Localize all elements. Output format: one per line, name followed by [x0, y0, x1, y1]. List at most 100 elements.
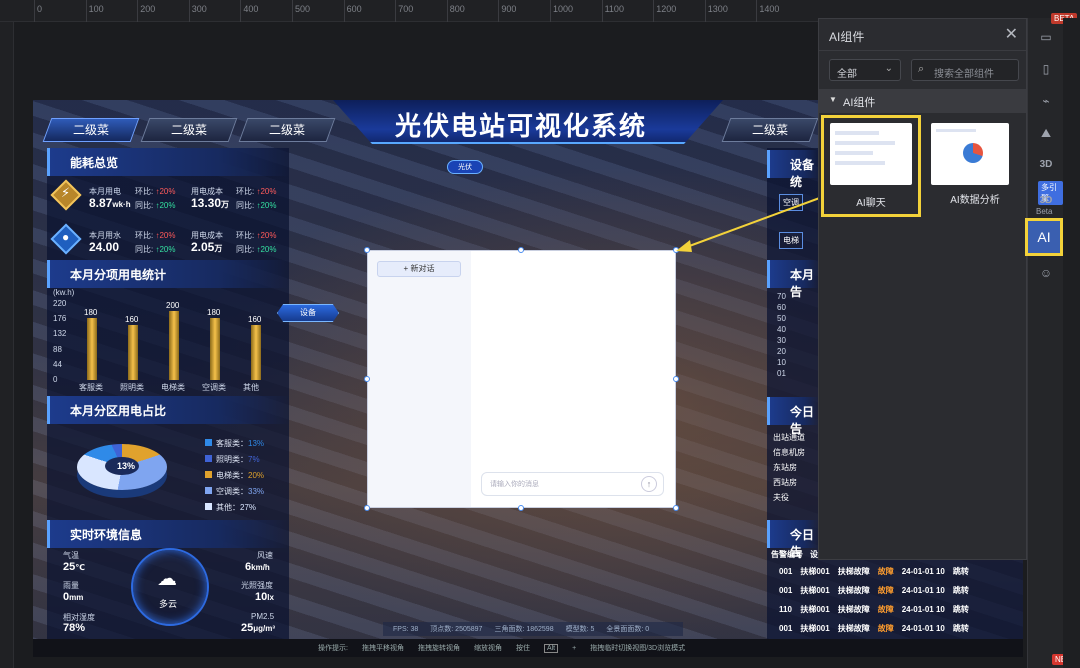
- table-cell[interactable]: 跳转: [949, 600, 973, 619]
- mobile-icon[interactable]: ▯: [1035, 58, 1057, 80]
- right-strip: [1063, 18, 1080, 668]
- group-header[interactable]: ▼ AI组件: [819, 89, 1026, 113]
- usage-y-tick: 176: [53, 314, 67, 324]
- scene-marker[interactable]: 光伏: [447, 160, 483, 174]
- map-icon[interactable]: ⛰: [1035, 122, 1057, 144]
- elec-ring: 环比: ↑20%: [135, 186, 175, 197]
- usage-bar: [87, 317, 97, 380]
- tab-menu-2[interactable]: 二级菜: [140, 118, 238, 142]
- pm-number: 25: [241, 622, 254, 634]
- usage-bar-value: 180: [207, 307, 221, 317]
- temp-label: 气温: [63, 551, 79, 560]
- alarm-y-tick: 30: [777, 336, 786, 345]
- table-row[interactable]: 001 扶梯001 扶梯故障 故障 24-01-01 10 跳转: [775, 581, 973, 600]
- category-select[interactable]: 全部 ⌄: [829, 59, 901, 81]
- table-cell: 扶梯故障: [837, 624, 870, 633]
- legend-swatch: [205, 487, 212, 494]
- monitor-icon[interactable]: ▭: [1035, 26, 1057, 48]
- user-icon[interactable]: ☺: [1035, 262, 1057, 284]
- beta-label: Beta: [1036, 207, 1053, 216]
- search-icon: ⌕: [918, 63, 925, 75]
- ruler-tick-label: 300: [191, 4, 207, 14]
- legend-label: 客服类：: [216, 439, 248, 448]
- alarm-table: 001 扶梯001 扶梯故障 故障 24-01-01 10 跳转 001 扶梯001 扶梯故障故…: [775, 562, 973, 638]
- hint-text: 拖拽平移视角: [361, 645, 404, 652]
- ring-label: 环比:: [236, 187, 255, 196]
- water-cost-number: 2.05: [191, 240, 215, 254]
- resize-handle-se[interactable]: [673, 505, 679, 511]
- ai-chat-thumbnail: [830, 123, 912, 185]
- water-ring: 环比: ↑20%: [135, 230, 175, 241]
- resize-handle-sw[interactable]: [364, 505, 370, 511]
- close-icon[interactable]: ✕: [1005, 24, 1018, 44]
- alarm-y-tick: 40: [777, 325, 786, 334]
- elec-yoy: 同比: ↑20%: [135, 200, 175, 211]
- yoy-label: 同比:: [236, 201, 255, 210]
- ai-icon-label: AI: [1037, 229, 1051, 245]
- resize-handle-w[interactable]: [364, 376, 370, 382]
- table-cell: 扶梯故障: [837, 567, 870, 576]
- hint-text: 操作提示:: [318, 645, 348, 652]
- device-button[interactable]: 设备: [277, 304, 339, 322]
- thumb-line: [835, 141, 895, 145]
- send-icon[interactable]: ↑: [641, 476, 657, 492]
- thumb-line: [936, 129, 976, 132]
- table-cell[interactable]: 跳转: [949, 619, 973, 638]
- line-chart-icon[interactable]: ⌁: [1035, 90, 1057, 112]
- resize-handle-e[interactable]: [673, 376, 679, 382]
- elec-cost-value: 13.30万: [191, 196, 229, 210]
- table-cell[interactable]: 跳转: [949, 562, 973, 581]
- table-row[interactable]: 110 扶梯001 扶梯故障 故障 24-01-01 10 跳转: [775, 600, 973, 619]
- new-chat-button[interactable]: + 新对话: [377, 261, 461, 277]
- tab-menu-4[interactable]: 二级菜: [721, 118, 819, 142]
- table-cell: 001: [779, 624, 793, 633]
- table-cell[interactable]: 跳转: [949, 581, 973, 600]
- legend-item: 其他：27%: [205, 502, 264, 518]
- tab-menu-1[interactable]: 二级菜: [42, 118, 140, 142]
- 3d-icon[interactable]: 3D: [1035, 154, 1057, 176]
- chat-input[interactable]: 请输入你的消息 ↑: [481, 472, 664, 496]
- card-ai-chat[interactable]: AI聊天: [821, 115, 921, 217]
- light-value: 10lx: [255, 591, 274, 603]
- vertices-text: 顶点数: 2505897: [430, 626, 483, 633]
- table-row[interactable]: 001 扶梯001 扶梯故障 故障 24-01-01 10 跳转: [775, 562, 973, 581]
- ruler-tick-line: [704, 0, 706, 22]
- legend-swatch: [205, 439, 212, 446]
- chat-sidebar: [368, 251, 471, 507]
- legend-label: 照明类：: [216, 455, 248, 464]
- tris-text: 三角面数: 1862598: [494, 626, 554, 633]
- ai-icon[interactable]: AI: [1025, 218, 1063, 256]
- panel-header: AI组件 ✕: [819, 19, 1026, 51]
- card-ai-data-analysis[interactable]: AI数据分析: [927, 115, 1023, 217]
- tab-label: 二级菜: [72, 123, 109, 137]
- usage-category-label: 客服类: [79, 383, 103, 392]
- usage-bar-value: 160: [125, 314, 139, 324]
- tab-menu-3[interactable]: 二级菜: [238, 118, 336, 142]
- table-row[interactable]: 001 扶梯001 扶梯故障 故障 24-01-01 10 跳转: [775, 619, 973, 638]
- ruler-tick-line: [137, 0, 139, 22]
- alarm-y-tick: 20: [777, 347, 786, 356]
- ai-chat-widget[interactable]: + 新对话 请输入你的消息 ↑: [367, 250, 676, 508]
- cloud-sun-icon: ☁: [157, 568, 177, 590]
- component-search[interactable]: ⌕ 搜索全部组件: [911, 59, 1019, 81]
- weather-label: 多云: [159, 599, 178, 609]
- env-panel-title: 实时环境信息: [70, 528, 143, 542]
- resize-handle-n[interactable]: [518, 247, 524, 253]
- usage-panel-title: 本月分项用电统计: [70, 268, 167, 282]
- ring-value: ↑20%: [256, 187, 277, 196]
- temp-number: 25: [63, 561, 76, 573]
- alarm-location: 信息机房: [773, 448, 805, 457]
- legend-value: 20%: [248, 471, 265, 480]
- tab-label: 二级菜: [751, 123, 788, 137]
- elec-cost-yoy: 同比: ↑20%: [236, 200, 276, 211]
- water-cost-value: 2.05万: [191, 240, 222, 254]
- search-placeholder: 搜索全部组件: [934, 69, 994, 80]
- ruler-tick-label: 500: [295, 4, 311, 14]
- pm-unit: μg/m³: [253, 624, 276, 633]
- resize-handle-nw[interactable]: [364, 247, 370, 253]
- table-cell: 001: [779, 567, 793, 576]
- resize-handle-s[interactable]: [518, 505, 524, 511]
- ruler-tick-line: [188, 0, 190, 22]
- alarm-y-tick: 10: [777, 358, 786, 367]
- usage-category-label: 空调类: [202, 383, 226, 392]
